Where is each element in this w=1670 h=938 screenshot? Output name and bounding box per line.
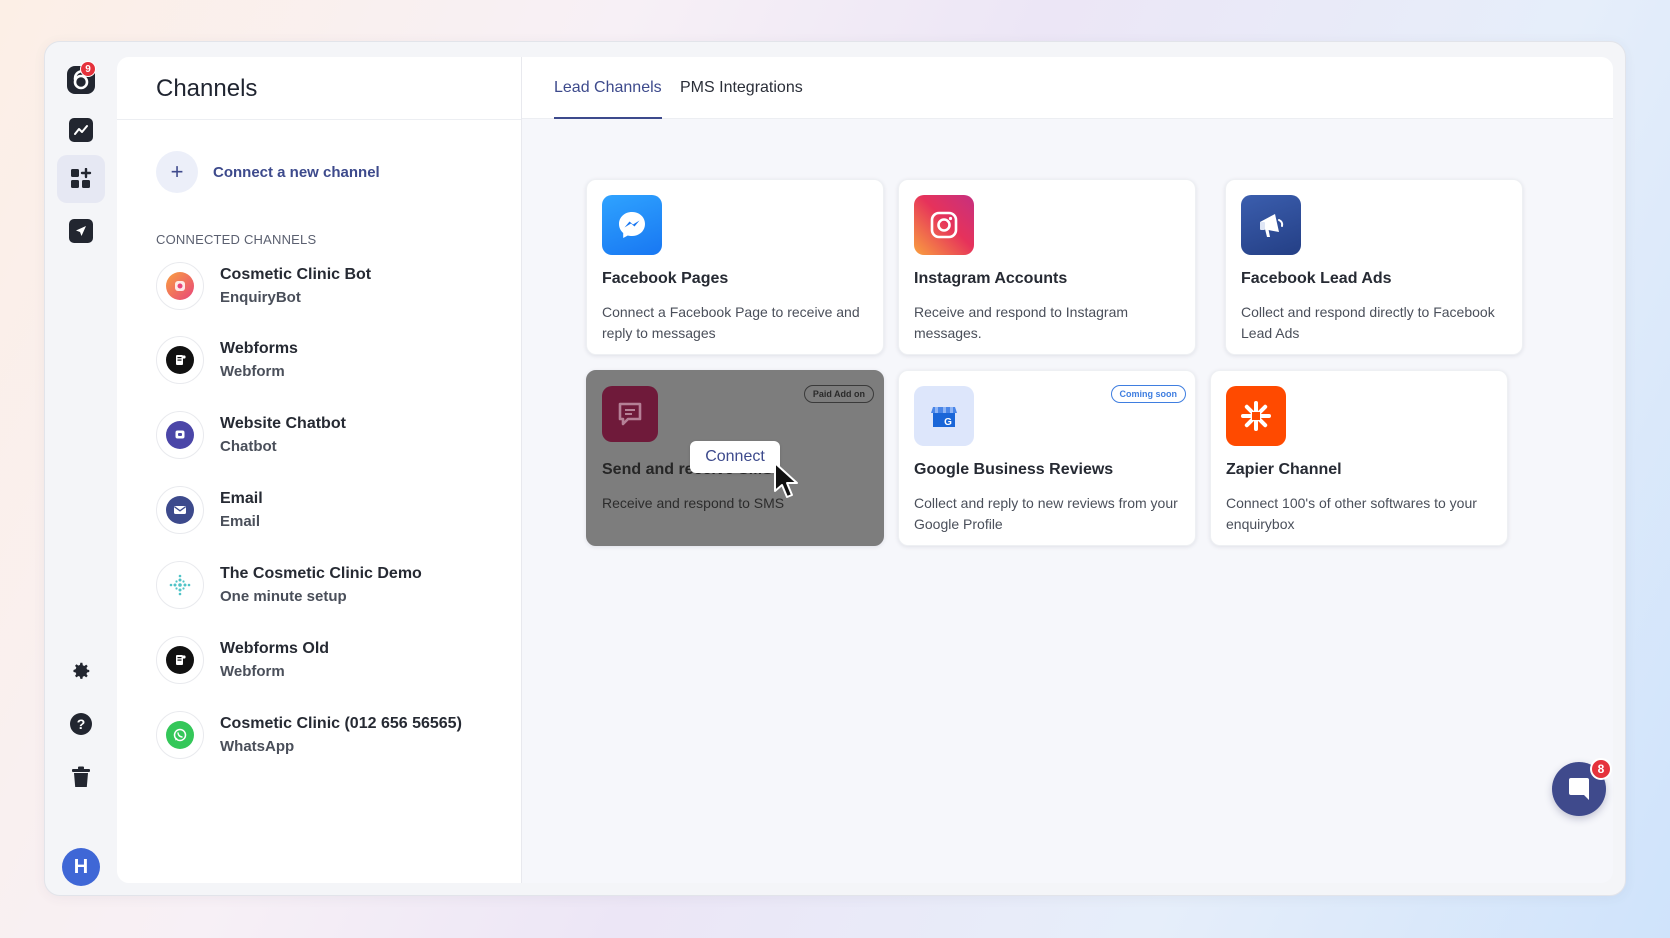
channel-card-zapier[interactable]: Zapier Channel Connect 100's of other so… — [1210, 370, 1508, 546]
card-description: Receive and respond to SMS — [602, 495, 785, 511]
channel-type: WhatsApp — [220, 738, 295, 755]
channel-name: Cosmetic Clinic Bot — [220, 266, 372, 283]
channel-type: One minute setup — [220, 588, 347, 605]
channel-item[interactable]: Cosmetic Clinic (012 656 56565) WhatsApp — [156, 711, 462, 759]
channel-item[interactable]: Website Chatbot Chatbot — [156, 411, 346, 459]
messenger-icon — [602, 195, 662, 255]
channel-name: Cosmetic Clinic (012 656 56565) — [220, 715, 462, 732]
card-description: Receive and respond to Instagram message… — [914, 304, 1129, 341]
whatsapp-icon — [166, 721, 194, 749]
channel-name: Website Chatbot — [220, 415, 346, 432]
card-title: Instagram Accounts — [914, 270, 1068, 287]
channel-icon-wrap — [156, 561, 204, 609]
rail-campaigns-button[interactable] — [57, 207, 105, 255]
mouse-cursor-icon — [774, 462, 798, 498]
card-description: Connect 100's of other softwares to your… — [1226, 495, 1477, 532]
tab-lead-channels[interactable]: Lead Channels — [554, 79, 662, 119]
channel-card-facebook-pages[interactable]: Facebook Pages Connect a Facebook Page t… — [586, 179, 884, 355]
chat-icon — [1569, 778, 1589, 800]
analytics-icon — [69, 118, 93, 142]
svg-text:?: ? — [77, 716, 86, 732]
zapier-icon — [1226, 386, 1286, 446]
connect-button[interactable]: Connect — [690, 441, 780, 473]
tab-pms-integrations[interactable]: PMS Integrations — [680, 79, 803, 117]
coming-soon-badge: Coming soon — [1110, 385, 1186, 403]
channel-icon-wrap — [156, 486, 204, 534]
instagram-icon — [914, 195, 974, 255]
card-title: Google Business Reviews — [914, 461, 1114, 478]
rail-channels-button[interactable] — [57, 155, 105, 203]
help-icon: ? — [70, 713, 92, 735]
channel-type: Webform — [220, 663, 285, 680]
card-title: Facebook Pages — [602, 270, 729, 287]
channel-icon-wrap — [156, 411, 204, 459]
card-title: Facebook Lead Ads — [1241, 270, 1392, 287]
svg-text:G: G — [944, 417, 952, 428]
gear-icon — [73, 662, 90, 679]
rail-help-button[interactable]: ? — [57, 700, 105, 748]
tab-bar: Lead Channels PMS Integrations — [522, 57, 1613, 119]
channel-name: Webforms Old — [220, 640, 330, 657]
notification-badge: 9 — [80, 61, 96, 77]
lead-channels-panel: Lead Channels PMS Integrations Facebook … — [522, 57, 1613, 883]
rail-trash-button[interactable] — [57, 753, 105, 801]
webform-icon — [166, 346, 194, 374]
card-title: Zapier Channel — [1226, 461, 1342, 478]
channel-type: EnquiryBot — [220, 289, 301, 306]
channel-card-sms[interactable]: Paid Add on Send and receive SMS Receive… — [586, 370, 884, 546]
sms-icon — [602, 386, 658, 442]
sparkle-icon — [166, 571, 194, 599]
channel-item[interactable]: The Cosmetic Clinic Demo One minute setu… — [156, 561, 422, 609]
channel-icon-wrap — [156, 336, 204, 384]
channel-item[interactable]: Email Email — [156, 486, 263, 534]
card-description: Connect a Facebook Page to receive and r… — [602, 304, 860, 341]
trash-icon — [72, 766, 90, 787]
email-icon — [166, 496, 194, 524]
channels-grid-icon — [71, 168, 92, 188]
google-business-icon: G — [914, 386, 974, 446]
connect-new-channel-button[interactable]: + Connect a new channel — [156, 151, 380, 193]
app-window: 9 ? H Channels + Connect a new channel C… — [44, 41, 1626, 896]
channel-name: The Cosmetic Clinic Demo — [220, 565, 422, 582]
divider — [117, 119, 521, 120]
app-logo-button[interactable]: 9 — [57, 56, 105, 104]
user-avatar[interactable]: H — [62, 848, 100, 886]
channel-icon-wrap — [156, 711, 204, 759]
channel-card-google-business[interactable]: G Coming soon Google Business Reviews Co… — [898, 370, 1196, 546]
webform-icon — [166, 646, 194, 674]
send-icon — [69, 219, 93, 243]
card-description: Collect and respond directly to Facebook… — [1241, 304, 1495, 341]
channel-type: Email — [220, 513, 261, 530]
icon-rail: 9 ? H — [45, 42, 117, 895]
chatbot-icon — [166, 421, 194, 449]
channel-item[interactable]: Cosmetic Clinic Bot EnquiryBot — [156, 262, 371, 310]
connected-channels-heading: CONNECTED CHANNELS — [156, 232, 317, 247]
channel-icon-wrap — [156, 262, 204, 310]
plus-icon: + — [156, 151, 198, 193]
connect-new-channel-label: Connect a new channel — [213, 163, 380, 181]
channel-card-facebook-lead-ads[interactable]: Facebook Lead Ads Collect and respond di… — [1225, 179, 1523, 355]
channel-type: Chatbot — [220, 438, 277, 455]
channels-panel: Channels + Connect a new channel CONNECT… — [117, 57, 522, 883]
channel-item[interactable]: Webforms Old Webform — [156, 636, 329, 684]
channel-icon-wrap — [156, 636, 204, 684]
channel-item[interactable]: Webforms Webform — [156, 336, 298, 384]
rail-settings-button[interactable] — [57, 647, 105, 695]
channel-type: Webform — [220, 363, 285, 380]
chat-unread-badge: 8 — [1590, 758, 1612, 780]
page-title: Channels — [156, 75, 258, 102]
channel-name: Webforms — [220, 340, 298, 357]
rail-analytics-button[interactable] — [57, 106, 105, 154]
megaphone-icon — [1241, 195, 1301, 255]
card-description: Collect and reply to new reviews from yo… — [914, 495, 1178, 532]
channel-name: Email — [220, 490, 263, 507]
paid-addon-badge: Paid Add on — [803, 385, 874, 403]
enquirybot-icon — [166, 272, 194, 300]
channel-card-instagram[interactable]: Instagram Accounts Receive and respond t… — [898, 179, 1196, 355]
